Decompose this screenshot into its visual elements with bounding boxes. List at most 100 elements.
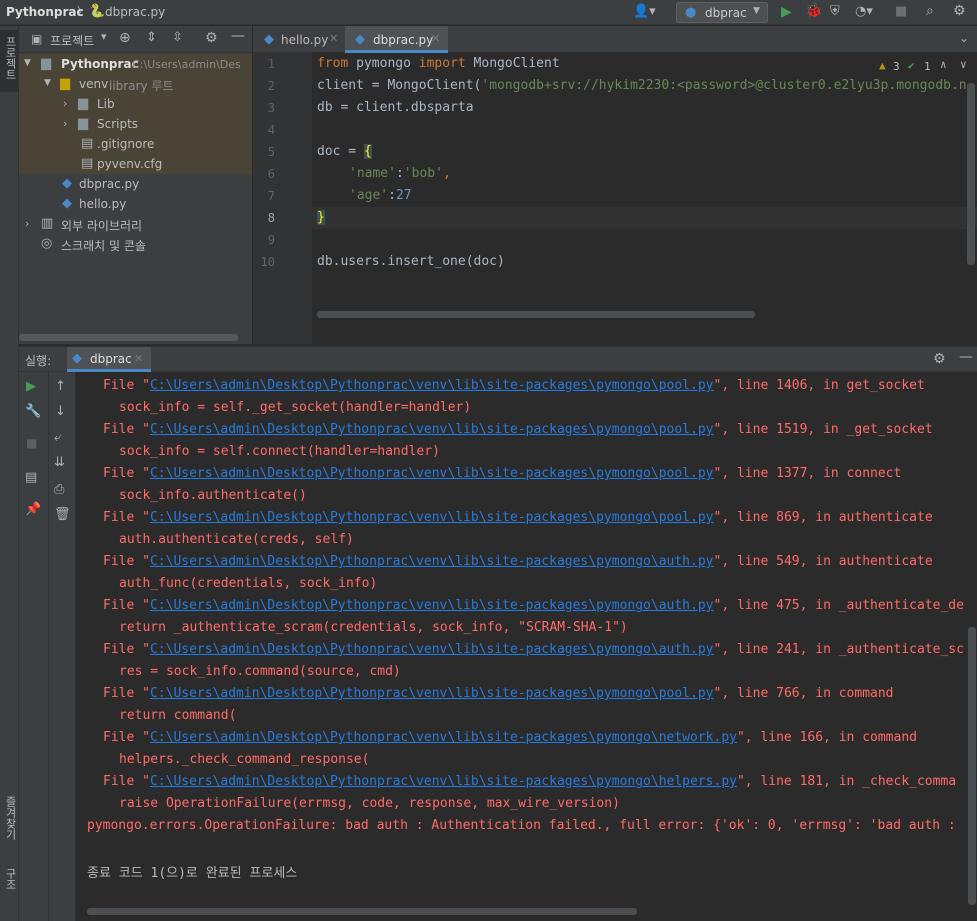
- breadcrumb-file[interactable]: dbprac.py: [105, 5, 165, 19]
- current-line-highlight: [312, 207, 977, 229]
- stop-icon[interactable]: ■: [26, 437, 37, 449]
- coverage-icon[interactable]: ⛨: [830, 5, 840, 18]
- expand-all-icon[interactable]: ⇕: [146, 31, 157, 44]
- chevron-down-icon[interactable]: ▾: [101, 31, 107, 42]
- traceback-code-line: auth.authenticate(creds, self): [119, 532, 354, 547]
- search-icon[interactable]: ⌕: [926, 4, 934, 18]
- user-icon[interactable]: 👤▾: [633, 5, 656, 18]
- navigation-bar: Pythonprac 〉 🐍 dbprac.py 👤▾ ● dbprac ▼ ▶…: [0, 0, 977, 25]
- library-icon: ▥: [41, 216, 54, 231]
- traceback-code-line: res = sock_info.command(source, cmd): [119, 664, 401, 679]
- file-link[interactable]: C:\Users\admin\Desktop\Pythonprac\venv\l…: [150, 554, 714, 569]
- file-link[interactable]: C:\Users\admin\Desktop\Pythonprac\venv\l…: [150, 642, 714, 657]
- horizontal-scrollbar[interactable]: [317, 311, 755, 318]
- tab-hello-py[interactable]: ◆ hello.py ✕: [253, 26, 345, 53]
- tree-item-lib[interactable]: › ▆ Lib: [19, 94, 252, 114]
- run-icon[interactable]: ▶: [781, 5, 792, 19]
- wrench-icon[interactable]: 🔧: [25, 405, 41, 418]
- file-link[interactable]: C:\Users\admin\Desktop\Pythonprac\venv\l…: [150, 686, 714, 701]
- tree-item-path: C:\Users\admin\Des: [132, 58, 241, 71]
- tree-item-external-libraries[interactable]: › ▥ 외부 라이브러리: [19, 214, 252, 234]
- debug-icon[interactable]: 🐞: [805, 4, 822, 18]
- tree-item-pythonprac[interactable]: ▼ ▆ Pythonprac C:\Users\admin\Des: [19, 54, 252, 74]
- stop-icon[interactable]: ■: [895, 5, 907, 18]
- profile-icon[interactable]: ◔▾: [855, 5, 873, 18]
- tree-item-label: Scripts: [97, 117, 139, 131]
- close-icon[interactable]: ✕: [431, 33, 440, 44]
- minimize-icon[interactable]: —: [231, 29, 245, 43]
- file-link[interactable]: C:\Users\admin\Desktop\Pythonprac\venv\l…: [150, 466, 714, 481]
- file-link[interactable]: C:\Users\admin\Desktop\Pythonprac\venv\l…: [150, 422, 714, 437]
- tab-menu-icon[interactable]: ⌄: [959, 32, 969, 44]
- close-icon[interactable]: ✕: [134, 353, 143, 364]
- breadcrumb-project[interactable]: Pythonprac: [6, 5, 84, 19]
- file-link[interactable]: C:\Users\admin\Desktop\Pythonprac\venv\l…: [150, 510, 714, 525]
- ok-count: 1: [924, 60, 931, 73]
- tree-item-venv[interactable]: ▼ ▆ venv library 루트: [19, 74, 252, 94]
- settings-icon[interactable]: ⚙: [953, 4, 966, 18]
- file-link[interactable]: C:\Users\admin\Desktop\Pythonprac\venv\l…: [150, 774, 737, 789]
- file-link[interactable]: C:\Users\admin\Desktop\Pythonprac\venv\l…: [150, 378, 714, 393]
- traceback-code-line: sock_info = self._get_socket(handler=han…: [119, 400, 472, 415]
- pin-icon[interactable]: 📌: [25, 503, 41, 516]
- gear-icon[interactable]: ⚙: [933, 352, 946, 366]
- arrow-up-icon[interactable]: ↑: [55, 380, 66, 393]
- chevron-up-icon[interactable]: ∧: [940, 59, 947, 70]
- close-icon[interactable]: ✕: [329, 33, 338, 44]
- line-number: 1: [267, 57, 275, 71]
- run-config-dropdown[interactable]: ● dbprac ▼: [676, 2, 768, 23]
- tree-item-gitignore[interactable]: ▤ .gitignore: [19, 134, 252, 154]
- traceback-code-line: auth_func(credentials, sock_info): [119, 576, 378, 591]
- tab-label: hello.py: [281, 33, 329, 47]
- python-file-icon: ◆: [62, 196, 72, 211]
- tree-item-hello[interactable]: ◆ hello.py: [19, 194, 252, 214]
- arrow-down-icon[interactable]: ↓: [55, 405, 66, 418]
- tree-item-scripts[interactable]: › ▆ Scripts: [19, 114, 252, 134]
- tree-item-label: pyvenv.cfg: [97, 157, 163, 171]
- check-icon: ✔: [908, 59, 915, 72]
- structure-tool-label[interactable]: 구조: [1, 868, 18, 890]
- line-number: 6: [267, 167, 275, 181]
- project-panel-title[interactable]: 프로젝트: [50, 32, 94, 49]
- folder-icon: ▆: [78, 96, 88, 111]
- locate-icon[interactable]: ⊕: [119, 31, 131, 45]
- tree-item-pyvenv[interactable]: ▤ pyvenv.cfg: [19, 154, 252, 174]
- project-tool-tab[interactable]: 프로젝트: [0, 30, 19, 92]
- code-line-8: }: [317, 210, 325, 225]
- chevron-right-icon: 〉: [77, 5, 88, 18]
- print-icon[interactable]: ⎙: [54, 483, 64, 496]
- file-link[interactable]: C:\Users\admin\Desktop\Pythonprac\venv\l…: [150, 730, 737, 745]
- traceback-file-line: File "C:\Users\admin\Desktop\Pythonprac\…: [103, 510, 933, 525]
- inspection-widget[interactable]: ▲ 3 ✔ 1 ∧ ∨: [867, 58, 975, 76]
- tree-item-label: 스크래치 및 콘솔: [61, 239, 146, 253]
- tree-item-label: 외부 라이브러리: [61, 219, 143, 233]
- trash-icon[interactable]: 🗑: [54, 508, 71, 521]
- run-panel-label: 실행:: [25, 354, 52, 368]
- chevron-down-icon[interactable]: ∨: [960, 59, 967, 70]
- soft-wrap-icon[interactable]: ⤶: [54, 431, 61, 444]
- tree-item-dbprac[interactable]: ◆ dbprac.py: [19, 174, 252, 194]
- collapse-all-icon[interactable]: ⇳: [172, 31, 183, 44]
- run-tab-dbprac[interactable]: ◆ dbprac ✕: [67, 347, 151, 372]
- file-link[interactable]: C:\Users\admin\Desktop\Pythonprac\venv\l…: [150, 598, 714, 613]
- line-number: 5: [267, 145, 275, 159]
- rerun-icon[interactable]: ▶: [26, 380, 36, 393]
- tree-item-scratches[interactable]: ◎ 스크래치 및 콘솔: [19, 234, 252, 254]
- project-panel: ▣ 프로젝트 ▾ ⊕ ⇕ ⇳ ⚙ — ▼ ▆ Pythonprac C:\Use…: [19, 26, 252, 344]
- code-editor[interactable]: 1 2 3 4 5 6 7 8 9 10 from pymongo import…: [253, 53, 977, 344]
- gear-icon[interactable]: ⚙: [205, 31, 218, 45]
- minimize-icon[interactable]: —: [959, 350, 973, 364]
- vertical-scrollbar[interactable]: [967, 83, 975, 265]
- scroll-to-end-icon[interactable]: ⇊: [54, 456, 65, 469]
- console-output[interactable]: File "C:\Users\admin\Desktop\Pythonprac\…: [76, 372, 977, 921]
- tree-item-label: Lib: [97, 97, 115, 111]
- python-file-icon: ◆: [62, 176, 72, 191]
- tab-dbprac-py[interactable]: ◆ dbprac.py ✕: [345, 26, 448, 53]
- traceback-file-line: File "C:\Users\admin\Desktop\Pythonprac\…: [103, 642, 964, 657]
- horizontal-scrollbar[interactable]: [19, 334, 238, 341]
- error-message: pymongo.errors.OperationFailure: bad aut…: [87, 818, 956, 833]
- layout-icon[interactable]: ▤: [25, 471, 37, 484]
- vertical-scrollbar[interactable]: [968, 627, 976, 905]
- horizontal-scrollbar[interactable]: [87, 908, 637, 915]
- favorites-tool-label[interactable]: 즐겨찾기: [1, 796, 18, 840]
